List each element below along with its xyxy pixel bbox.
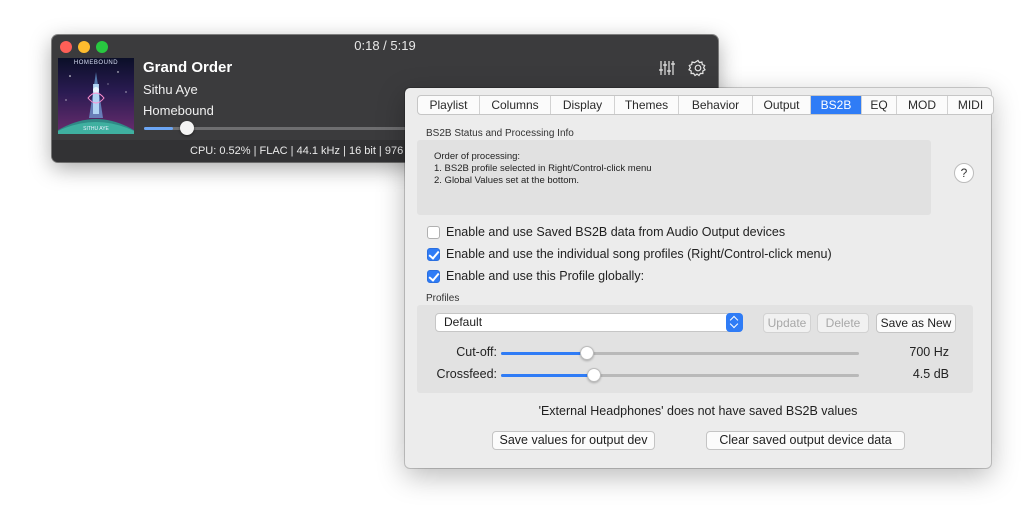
track-album: Homebound <box>143 103 214 118</box>
album-art-title: HOMEBOUND <box>73 60 119 66</box>
equalizer-button[interactable] <box>658 59 676 77</box>
profile-select[interactable]: Default <box>435 313 743 332</box>
crossfeed-slider[interactable] <box>501 368 859 382</box>
checkbox-row-individual-profiles[interactable]: Enable and use the individual song profi… <box>427 246 832 262</box>
seek-bar-fill <box>144 127 174 130</box>
device-status-message: 'External Headphones' does not have save… <box>538 404 858 418</box>
crossfeed-slider-knob[interactable] <box>587 368 602 382</box>
cutoff-slider[interactable] <box>501 346 859 360</box>
checkbox-individual-profiles[interactable] <box>427 247 440 261</box>
profiles-box: Default Update Delete Save as New Cut-of… <box>417 305 973 393</box>
checkbox-row-global-profile[interactable]: Enable and use this Profile globally: <box>427 268 644 284</box>
album-art-image <box>58 71 134 134</box>
save-as-new-button[interactable]: Save as New <box>876 313 956 333</box>
checkbox-label: Enable and use Saved BS2B data from Audi… <box>446 225 786 239</box>
info-line: Order of processing: <box>434 151 521 162</box>
status-text: CPU: 0.52% | FLAC | 44.1 kHz | 16 bit | … <box>190 145 404 157</box>
track-artist: Sithu Aye <box>143 82 198 97</box>
album-art-artist: SITHU AYE <box>83 126 109 132</box>
playback-time: 0:18 / 5:19 <box>354 38 416 53</box>
status-section-heading: BS2B Status and Processing Info <box>426 128 574 139</box>
track-title: Grand Order <box>143 59 233 76</box>
checkbox-global-profile[interactable] <box>427 269 440 283</box>
processing-info-box: Order of processing: 1. BS2B profile sel… <box>417 140 931 215</box>
tab-playlist[interactable]: Playlist <box>418 96 480 114</box>
checkbox-label: Enable and use the individual song profi… <box>446 247 832 261</box>
settings-button[interactable] <box>688 58 708 78</box>
profiles-section-heading: Profiles <box>426 293 460 304</box>
help-button[interactable]: ? <box>954 163 974 183</box>
save-device-values-button[interactable]: Save values for output dev <box>492 431 655 450</box>
crossfeed-label: Crossfeed: <box>436 367 497 381</box>
info-line: 1. BS2B profile selected in Right/Contro… <box>434 163 652 174</box>
tab-display[interactable]: Display <box>551 96 615 114</box>
album-art[interactable]: HOMEBOUND SITHU AYE <box>58 58 134 134</box>
crossfeed-slider-fill <box>501 374 595 377</box>
delete-button[interactable]: Delete <box>817 313 869 333</box>
cutoff-slider-knob[interactable] <box>579 346 594 360</box>
crossfeed-value: 4.5 dB <box>912 367 949 381</box>
tab-bar: Playlist Columns Display Themes Behavior… <box>417 95 994 115</box>
update-button[interactable]: Update <box>763 313 811 333</box>
processing-info-text: Order of processing: 1. BS2B profile sel… <box>434 151 652 187</box>
tab-columns[interactable]: Columns <box>480 96 551 114</box>
seek-bar-knob[interactable] <box>180 121 195 135</box>
gear-icon <box>688 59 706 77</box>
tab-behavior[interactable]: Behavior <box>679 96 753 114</box>
tab-eq[interactable]: EQ <box>862 96 897 114</box>
cutoff-value: 700 Hz <box>909 345 949 359</box>
help-icon: ? <box>960 166 968 180</box>
tab-midi[interactable]: MIDI <box>948 96 993 114</box>
checkbox-saved-device-data[interactable] <box>427 225 440 239</box>
checkbox-row-saved-device-data[interactable]: Enable and use Saved BS2B data from Audi… <box>427 224 785 240</box>
checkbox-label: Enable and use this Profile globally: <box>446 269 645 283</box>
profile-select-value: Default <box>444 315 483 329</box>
tab-mod[interactable]: MOD <box>897 96 948 114</box>
tab-bs2b[interactable]: BS2B <box>811 96 862 114</box>
cutoff-label: Cut-off: <box>456 345 497 359</box>
cutoff-slider-fill <box>501 352 587 355</box>
clear-device-data-button[interactable]: Clear saved output device data <box>706 431 905 450</box>
equalizer-sliders-icon <box>659 61 675 75</box>
info-line: 2. Global Values set at the bottom. <box>434 175 580 186</box>
select-stepper-icon <box>726 313 743 332</box>
tab-themes[interactable]: Themes <box>615 96 679 114</box>
tab-output[interactable]: Output <box>753 96 811 114</box>
preferences-panel: Playlist Columns Display Themes Behavior… <box>405 88 994 468</box>
